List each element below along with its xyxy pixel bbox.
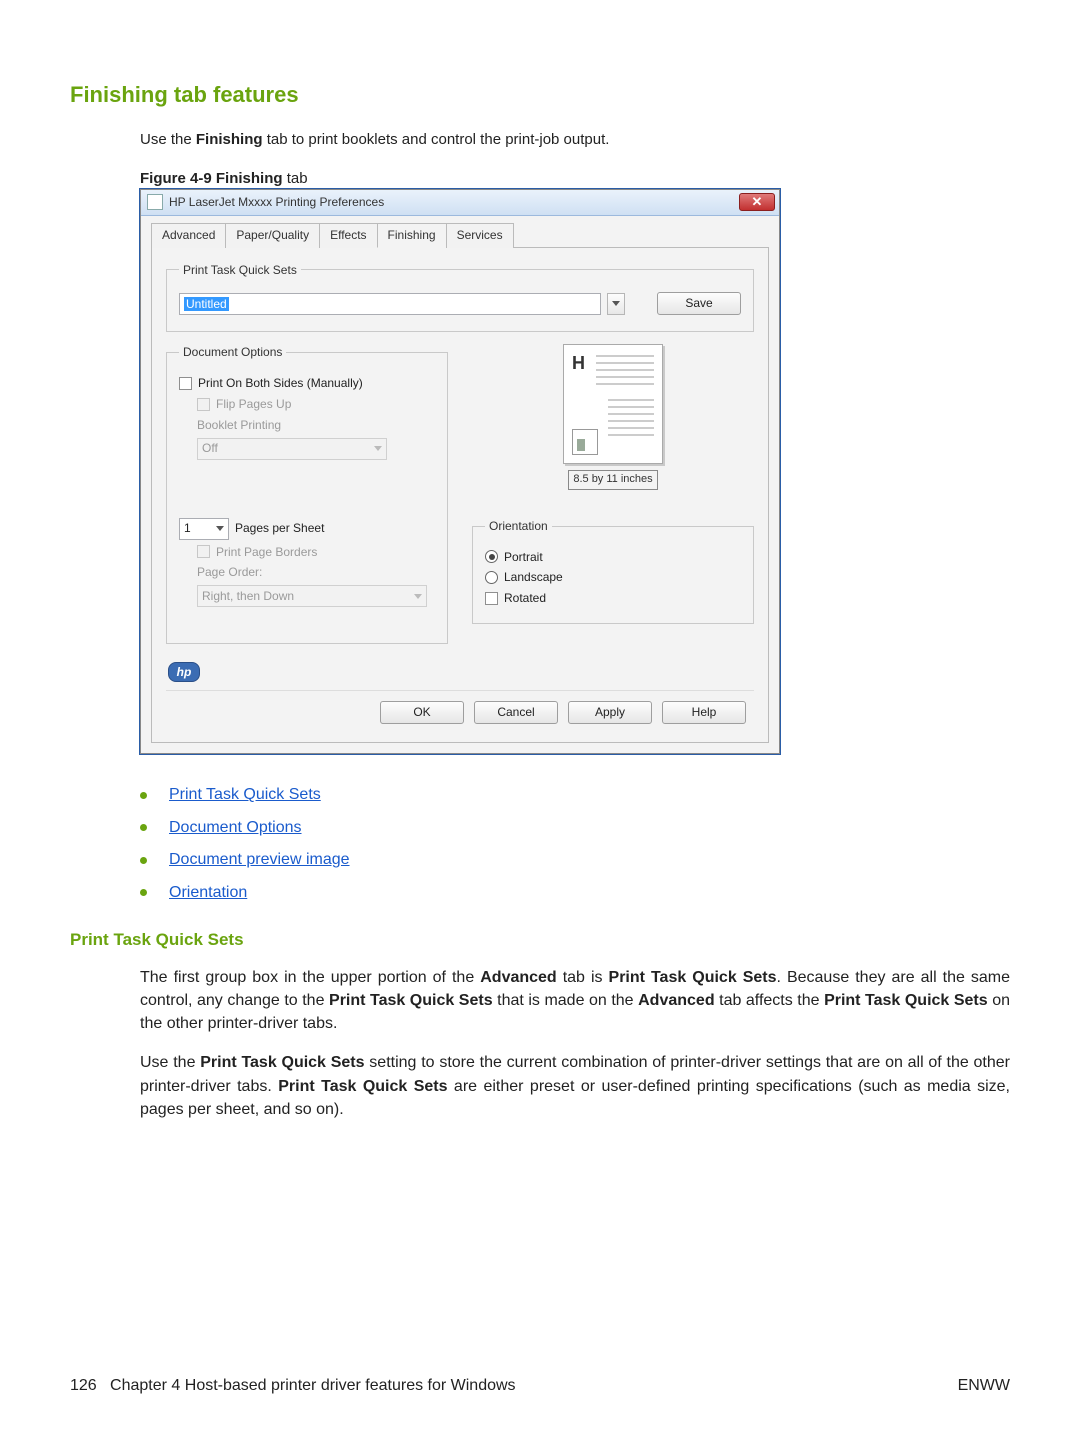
quicksets-legend: Print Task Quick Sets (179, 262, 301, 279)
flip-pages-label: Flip Pages Up (216, 396, 291, 413)
intro-a: Use the (140, 131, 196, 148)
paragraph-1: The first group box in the upper portion… (140, 966, 1010, 1036)
help-button[interactable]: Help (662, 701, 746, 724)
page-order-label: Page Order: (197, 564, 262, 581)
list-item: Print Task Quick Sets (140, 784, 1010, 806)
pages-per-sheet-combo[interactable]: 1 (179, 518, 229, 540)
figure-caption: Figure 4-9 Finishing tab (140, 168, 1010, 189)
portrait-label: Portrait (504, 549, 543, 566)
orientation-legend: Orientation (485, 518, 552, 535)
save-button[interactable]: Save (657, 292, 741, 315)
booklet-value: Off (202, 440, 218, 457)
page-order-combo: Right, then Down (197, 585, 427, 607)
t: Print Task Quick Sets (329, 992, 493, 1009)
rotated-checkbox[interactable] (485, 592, 498, 605)
dialog-title: HP LaserJet Mxxxx Printing Preferences (169, 194, 384, 211)
rotated-label: Rotated (504, 590, 546, 607)
t: that is made on the (493, 992, 639, 1009)
paragraph-2: Use the Print Task Quick Sets setting to… (140, 1051, 1010, 1121)
hp-logo-icon: hp (168, 662, 200, 682)
chapter-title: Chapter 4 Host-based printer driver feat… (110, 1377, 516, 1394)
fig-prefix: Figure 4-9 (140, 170, 216, 187)
section-heading: Finishing tab features (70, 80, 1010, 111)
tab-advanced[interactable]: Advanced (151, 223, 226, 248)
quicksets-value: Untitled (184, 297, 229, 311)
chevron-down-icon (374, 446, 382, 451)
section-links: Print Task Quick Sets Document Options D… (140, 784, 1010, 904)
dialog-footer: OK Cancel Apply Help (166, 690, 754, 732)
booklet-combo: Off (197, 438, 387, 460)
intro-b: Finishing (196, 131, 263, 148)
quicksets-combo[interactable]: Untitled (179, 293, 601, 315)
t: Advanced (638, 992, 714, 1009)
tab-strip: Advanced Paper/Quality Effects Finishing… (151, 222, 769, 248)
chevron-down-icon (216, 526, 224, 531)
ok-button[interactable]: OK (380, 701, 464, 724)
page-order-value: Right, then Down (202, 588, 294, 605)
fig-bold: Finishing (216, 170, 283, 187)
t: Use the (140, 1054, 200, 1071)
page-number: 126 (70, 1377, 97, 1394)
intro-text: Use the Finishing tab to print booklets … (140, 129, 1010, 150)
tab-services[interactable]: Services (446, 223, 514, 248)
link-orientation[interactable]: Orientation (169, 882, 247, 904)
footer-right: ENWW (958, 1375, 1010, 1397)
print-task-quick-sets-group: Print Task Quick Sets Untitled Save (166, 262, 754, 333)
t: Print Task Quick Sets (824, 992, 988, 1009)
cancel-button[interactable]: Cancel (474, 701, 558, 724)
tab-finishing[interactable]: Finishing (377, 223, 447, 248)
link-preview-image[interactable]: Document preview image (169, 849, 350, 871)
t: tab affects the (715, 992, 824, 1009)
fig-after: tab (283, 170, 308, 187)
t: Print Task Quick Sets (278, 1078, 447, 1095)
portrait-radio[interactable] (485, 550, 498, 563)
dialog-titlebar: HP LaserJet Mxxxx Printing Preferences ✕ (141, 190, 779, 216)
link-document-options[interactable]: Document Options (169, 817, 302, 839)
t: tab is (557, 969, 609, 986)
list-item: Orientation (140, 882, 1010, 904)
intro-c: tab to print booklets and control the pr… (263, 131, 610, 148)
docopt-legend: Document Options (179, 344, 286, 361)
both-sides-label: Print On Both Sides (Manually) (198, 375, 363, 392)
t: Print Task Quick Sets (200, 1054, 364, 1071)
flip-pages-checkbox (197, 398, 210, 411)
subsection-heading: Print Task Quick Sets (70, 928, 1010, 952)
printing-preferences-dialog: HP LaserJet Mxxxx Printing Preferences ✕… (140, 189, 780, 755)
t: The first group box in the upper portion… (140, 969, 480, 986)
t: Print Task Quick Sets (609, 969, 777, 986)
link-quick-sets[interactable]: Print Task Quick Sets (169, 784, 321, 806)
pps-value: 1 (184, 520, 191, 537)
print-borders-checkbox (197, 545, 210, 558)
tab-paper-quality[interactable]: Paper/Quality (225, 223, 320, 248)
document-preview: H 8.5 by 11 inches (543, 344, 683, 489)
chevron-down-icon (414, 594, 422, 599)
document-options-group: Document Options Print On Both Sides (Ma… (166, 344, 448, 644)
tab-effects[interactable]: Effects (319, 223, 377, 248)
pps-label: Pages per Sheet (235, 520, 324, 537)
page-footer: 126 Chapter 4 Host-based printer driver … (70, 1375, 1010, 1397)
preview-size: 8.5 by 11 inches (568, 470, 657, 489)
orientation-group: Orientation Portrait Landscape Rotated (472, 518, 754, 624)
landscape-radio[interactable] (485, 571, 498, 584)
landscape-label: Landscape (504, 569, 563, 586)
t: Advanced (480, 969, 556, 986)
apply-button[interactable]: Apply (568, 701, 652, 724)
print-borders-label: Print Page Borders (216, 544, 317, 561)
both-sides-checkbox[interactable] (179, 377, 192, 390)
printer-icon (147, 194, 163, 210)
booklet-label: Booklet Printing (197, 417, 281, 434)
list-item: Document Options (140, 817, 1010, 839)
close-button[interactable]: ✕ (739, 193, 775, 211)
quicksets-dropdown-icon[interactable] (607, 293, 625, 315)
list-item: Document preview image (140, 849, 1010, 871)
page-preview-icon: H (563, 344, 663, 464)
